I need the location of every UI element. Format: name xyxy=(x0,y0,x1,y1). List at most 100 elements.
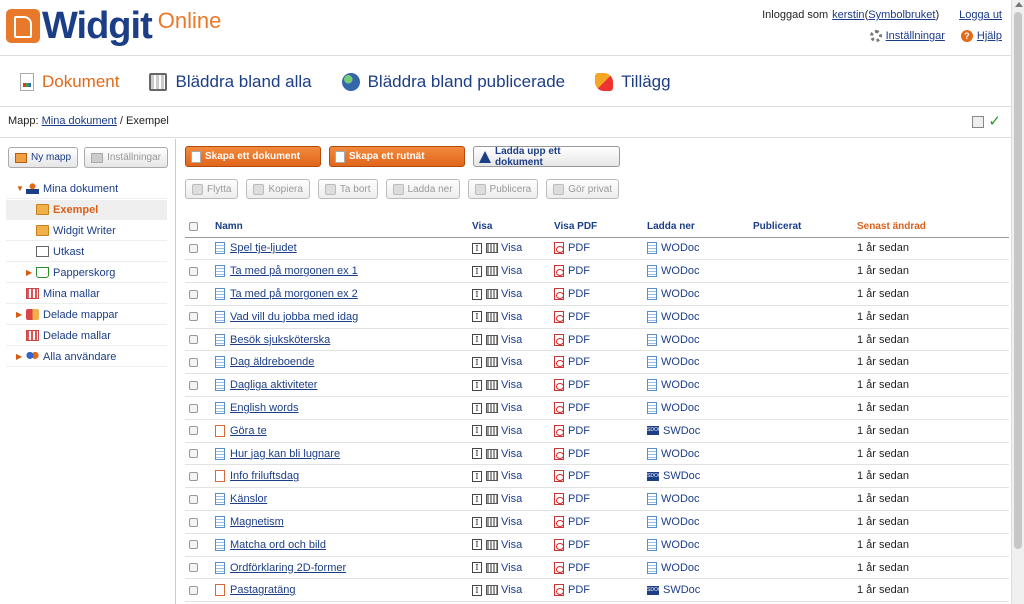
folder-settings-button[interactable]: Inställningar xyxy=(84,147,168,168)
view-link[interactable]: Visa xyxy=(501,562,522,574)
table-row[interactable]: Info friluftsdag I Visa PDF SDOC SWDoc 1 år se… xyxy=(185,464,1009,489)
scrollbar-thumb[interactable] xyxy=(1014,12,1022,549)
row-checkbox[interactable] xyxy=(189,289,198,299)
tree-widgit-writer[interactable]: Widgit Writer xyxy=(6,221,167,241)
text-view-icon[interactable]: I xyxy=(472,493,482,505)
checkmark-icon[interactable]: ✓ xyxy=(988,114,1001,129)
tree-mina-dokument[interactable]: ▼ Mina dokument xyxy=(6,179,167,199)
document-name-link[interactable]: Dagliga aktiviteter xyxy=(230,379,317,391)
text-view-icon[interactable]: I xyxy=(472,448,482,460)
tree-mina-mallar[interactable]: Mina mallar xyxy=(6,284,167,304)
download-link[interactable]: WODoc xyxy=(661,539,700,551)
pdf-link[interactable]: PDF xyxy=(568,584,590,596)
create-document-button[interactable]: Skapa ett dokument xyxy=(185,146,321,167)
text-view-icon[interactable]: I xyxy=(472,356,482,368)
view-link[interactable]: Visa xyxy=(501,516,522,528)
table-row[interactable]: Besök sjuksköterska I Visa PDF WODoc 1 år sed… xyxy=(185,328,1009,352)
edit-icon[interactable] xyxy=(972,116,985,128)
pdf-link[interactable]: PDF xyxy=(568,402,590,414)
download-link[interactable]: WODoc xyxy=(661,265,700,277)
view-link[interactable]: Visa xyxy=(501,265,522,277)
download-link[interactable]: SWDoc xyxy=(663,584,700,596)
view-link[interactable]: Visa xyxy=(501,311,522,323)
text-view-icon[interactable]: I xyxy=(472,516,482,528)
table-row[interactable]: Spel tje-ljudet I Visa PDF WODoc 1 år sedan xyxy=(185,237,1009,261)
settings-link-label[interactable]: Inställningar xyxy=(886,30,945,42)
row-checkbox[interactable] xyxy=(189,243,198,253)
view-link[interactable]: Visa xyxy=(501,493,522,505)
document-name-link[interactable]: Ta med på morgonen ex 2 xyxy=(230,288,358,300)
expand-right-icon[interactable]: ▶ xyxy=(26,268,36,277)
help-link[interactable]: ? Hjälp xyxy=(960,30,1002,42)
download-link[interactable]: WODoc xyxy=(661,379,700,391)
download-link[interactable]: WODoc xyxy=(661,356,700,368)
document-name-link[interactable]: Hur jag kan bli lugnare xyxy=(230,448,340,460)
select-all-checkbox[interactable] xyxy=(189,221,198,231)
tree-delade-mallar[interactable]: Delade mallar xyxy=(6,326,167,346)
text-view-icon[interactable]: I xyxy=(472,334,482,346)
view-link[interactable]: Visa xyxy=(501,334,522,346)
row-checkbox[interactable] xyxy=(189,312,198,322)
expand-right-icon[interactable]: ▶ xyxy=(16,310,26,319)
view-link[interactable]: Visa xyxy=(501,402,522,414)
pdf-link[interactable]: PDF xyxy=(568,470,590,482)
pdf-link[interactable]: PDF xyxy=(568,516,590,528)
view-link[interactable]: Visa xyxy=(501,379,522,391)
row-checkbox[interactable] xyxy=(189,585,198,595)
document-name-link[interactable]: Spel tje-ljudet xyxy=(230,242,297,254)
text-view-icon[interactable]: I xyxy=(472,584,482,596)
settings-link[interactable]: Inställningar xyxy=(869,30,945,42)
document-name-link[interactable]: Dag äldreboende xyxy=(230,356,314,368)
download-link[interactable]: WODoc xyxy=(661,516,700,528)
help-link-label[interactable]: Hjälp xyxy=(977,30,1002,42)
scrollbar[interactable] xyxy=(1011,0,1024,604)
delete-button[interactable]: Ta bort xyxy=(317,179,378,199)
tree-exempel[interactable]: Exempel xyxy=(6,200,167,220)
tab-browse-all[interactable]: Bläddra bland alla xyxy=(149,72,312,92)
col-name[interactable]: Namn xyxy=(211,216,468,238)
row-checkbox[interactable] xyxy=(189,517,198,527)
pdf-link[interactable]: PDF xyxy=(568,539,590,551)
text-view-icon[interactable]: I xyxy=(472,425,482,437)
download-link[interactable]: SWDoc xyxy=(663,425,700,437)
download-link[interactable]: WODoc xyxy=(661,288,700,300)
tree-utkast[interactable]: Utkast xyxy=(6,242,167,262)
text-view-icon[interactable]: I xyxy=(472,470,482,482)
row-checkbox[interactable] xyxy=(189,471,198,481)
download-link[interactable]: WODoc xyxy=(661,448,700,460)
text-view-icon[interactable]: I xyxy=(472,402,482,414)
view-link[interactable]: Visa xyxy=(501,288,522,300)
text-view-icon[interactable]: I xyxy=(472,288,482,300)
make-private-button[interactable]: Gör privat xyxy=(546,179,620,199)
document-name-link[interactable]: Pastagratäng xyxy=(230,584,295,596)
view-link[interactable]: Visa xyxy=(501,425,522,437)
username-link[interactable]: kerstin xyxy=(832,9,864,21)
row-checkbox[interactable] xyxy=(189,540,198,550)
download-button[interactable]: Ladda ner xyxy=(385,179,460,199)
pdf-link[interactable]: PDF xyxy=(568,288,590,300)
text-view-icon[interactable]: I xyxy=(472,562,482,574)
row-checkbox[interactable] xyxy=(189,449,198,459)
text-view-icon[interactable]: I xyxy=(472,311,482,323)
row-checkbox[interactable] xyxy=(189,426,198,436)
table-row[interactable]: Hur jag kan bli lugnare I Visa PDF WODoc 1 år… xyxy=(185,442,1009,466)
download-link[interactable]: SWDoc xyxy=(663,470,700,482)
pdf-link[interactable]: PDF xyxy=(568,493,590,505)
document-name-link[interactable]: Besök sjuksköterska xyxy=(230,334,330,346)
breadcrumb-root[interactable]: Mina dokument xyxy=(42,115,117,127)
row-checkbox[interactable] xyxy=(189,335,198,345)
expand-down-icon[interactable]: ▼ xyxy=(16,184,26,193)
copy-button[interactable]: Kopiera xyxy=(246,179,310,199)
document-name-link[interactable]: English words xyxy=(230,402,298,414)
download-link[interactable]: WODoc xyxy=(661,493,700,505)
table-row[interactable]: Göra te I Visa PDF SDOC SWDoc 1 år sedan xyxy=(185,419,1009,443)
table-row[interactable]: Ta med på morgonen ex 2 I Visa PDF WODoc 1 år… xyxy=(185,282,1009,306)
tree-papperskorg[interactable]: ▶ Papperskorg xyxy=(6,263,167,283)
document-name-link[interactable]: Ta med på morgonen ex 1 xyxy=(230,265,358,277)
text-view-icon[interactable]: I xyxy=(472,242,482,254)
row-checkbox[interactable] xyxy=(189,380,198,390)
table-row[interactable]: Dagliga aktiviteter I Visa PDF WODoc 1 år sed… xyxy=(185,373,1009,398)
table-row[interactable]: Vad vill du jobba med idag I Visa PDF WODoc 1… xyxy=(185,305,1009,329)
pdf-link[interactable]: PDF xyxy=(568,379,590,391)
download-link[interactable]: WODoc xyxy=(661,402,700,414)
